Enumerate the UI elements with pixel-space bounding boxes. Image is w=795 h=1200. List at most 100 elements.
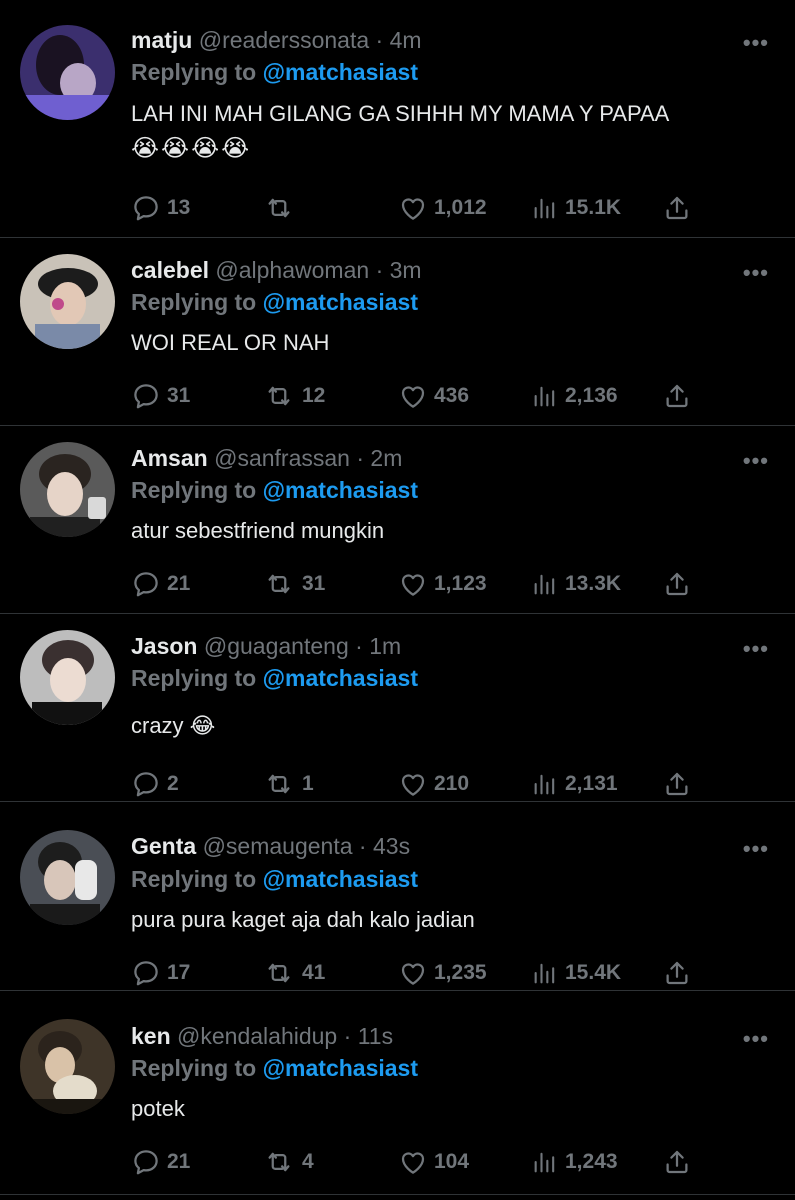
like-button[interactable]: 1,235 xyxy=(398,956,487,990)
timestamp[interactable]: 3m xyxy=(390,257,422,283)
views-button[interactable]: 15.4K xyxy=(531,956,621,990)
mention-link[interactable]: @matchasiast xyxy=(263,665,418,691)
more-icon[interactable]: ••• xyxy=(743,836,769,862)
tweet-reply[interactable]: Amsan @sanfrassan · 2m ••• Replying to @… xyxy=(0,426,795,614)
retweet-icon xyxy=(262,769,296,799)
reply-button[interactable]: 13 xyxy=(131,191,190,225)
user-handle[interactable]: @readerssonata xyxy=(199,27,369,53)
display-name[interactable]: Amsan xyxy=(131,445,208,471)
share-icon xyxy=(662,381,692,411)
share-button[interactable] xyxy=(662,379,698,413)
tweet-reply[interactable]: ken @kendalahidup · 11s ••• Replying to … xyxy=(0,1003,795,1195)
retweet-icon xyxy=(262,569,296,599)
tweet-text: atur sebestfriend mungkin xyxy=(131,518,385,543)
views-button[interactable]: 2,136 xyxy=(531,379,618,413)
like-button[interactable]: 210 xyxy=(398,767,469,801)
reply-button[interactable]: 2 xyxy=(131,767,179,801)
views-button[interactable]: 15.1K xyxy=(531,191,621,225)
tweet-reply[interactable]: Genta @semaugenta · 43s ••• Replying to … xyxy=(0,803,795,991)
avatar[interactable] xyxy=(20,254,115,349)
like-button[interactable]: 104 xyxy=(398,1145,469,1179)
mention-link[interactable]: @matchasiast xyxy=(263,59,418,85)
user-handle[interactable]: @semaugenta xyxy=(203,833,353,859)
timestamp[interactable]: 1m xyxy=(369,633,401,659)
mention-link[interactable]: @matchasiast xyxy=(263,477,418,503)
mention-link[interactable]: @matchasiast xyxy=(263,866,418,892)
retweet-button[interactable]: 12 xyxy=(262,379,325,413)
retweet-button[interactable]: 41 xyxy=(262,956,325,990)
more-icon[interactable]: ••• xyxy=(743,448,769,474)
share-button[interactable] xyxy=(662,567,698,601)
user-handle[interactable]: @alphawoman xyxy=(215,257,369,283)
views-icon xyxy=(531,193,559,223)
display-name[interactable]: calebel xyxy=(131,257,209,283)
reply-button[interactable]: 21 xyxy=(131,567,190,601)
timestamp[interactable]: 4m xyxy=(390,27,422,53)
retweet-button[interactable]: 4 xyxy=(262,1145,314,1179)
views-button[interactable]: 2,131 xyxy=(531,767,618,801)
display-name[interactable]: ken xyxy=(131,1023,171,1049)
reply-button[interactable]: 31 xyxy=(131,379,190,413)
share-button[interactable] xyxy=(662,956,698,990)
mention-link[interactable]: @matchasiast xyxy=(263,289,418,315)
user-handle[interactable]: @kendalahidup xyxy=(177,1023,337,1049)
replying-to: Replying to @matchasiast xyxy=(131,59,418,86)
share-icon xyxy=(662,1147,692,1177)
share-button[interactable] xyxy=(662,1145,698,1179)
views-icon xyxy=(531,381,559,411)
views-icon xyxy=(531,769,559,799)
more-icon[interactable]: ••• xyxy=(743,260,769,286)
mention-link[interactable]: @matchasiast xyxy=(263,1055,418,1081)
view-count: 1,243 xyxy=(565,1150,618,1173)
tweet-reply[interactable]: calebel @alphawoman · 3m ••• Replying to… xyxy=(0,238,795,426)
like-button[interactable]: 436 xyxy=(398,379,469,413)
retweet-button[interactable]: 31 xyxy=(262,567,325,601)
separator: · xyxy=(358,833,367,859)
tweet-text: crazy 😂 xyxy=(131,713,216,738)
tweet-reply[interactable]: Jason @guaganteng · 1m ••• Replying to @… xyxy=(0,614,795,802)
tweet-text: LAH INI MAH GILANG GA SIHHH MY MAMA Y PA… xyxy=(131,101,670,126)
retweet-icon xyxy=(262,381,296,411)
more-icon[interactable]: ••• xyxy=(743,636,769,662)
share-button[interactable] xyxy=(662,767,698,801)
reply-icon xyxy=(131,569,161,599)
tweet-reply[interactable]: matju @readerssonata · 4m ••• Replying t… xyxy=(0,0,795,238)
replying-to: Replying to @matchasiast xyxy=(131,477,418,504)
reply-button[interactable]: 17 xyxy=(131,956,190,990)
tweet-text: pura pura kaget aja dah kalo jadian xyxy=(131,907,475,932)
separator: · xyxy=(355,633,363,659)
display-name[interactable]: Genta xyxy=(131,833,196,859)
avatar[interactable] xyxy=(20,830,115,925)
more-icon[interactable]: ••• xyxy=(743,1026,769,1052)
reply-button[interactable]: 21 xyxy=(131,1145,190,1179)
avatar[interactable] xyxy=(20,630,115,725)
retweet-count: 4 xyxy=(302,1150,314,1173)
reply-icon xyxy=(131,1147,161,1177)
share-button[interactable] xyxy=(662,191,698,225)
view-count: 15.4K xyxy=(565,961,622,984)
retweet-icon xyxy=(262,958,296,988)
display-name[interactable]: Jason xyxy=(131,633,197,659)
avatar[interactable] xyxy=(20,442,115,537)
replying-to: Replying to @matchasiast xyxy=(131,866,418,893)
share-icon xyxy=(662,958,692,988)
avatar[interactable] xyxy=(20,25,115,120)
display-name[interactable]: matju xyxy=(131,27,192,53)
like-button[interactable]: 1,012 xyxy=(398,191,487,225)
avatar[interactable] xyxy=(20,1019,115,1114)
more-icon[interactable]: ••• xyxy=(743,30,769,56)
tweet-emoji-line: 😭😭😭😭 xyxy=(131,135,252,162)
separator: · xyxy=(343,1023,352,1049)
views-button[interactable]: 13.3K xyxy=(531,567,621,601)
retweet-button[interactable] xyxy=(262,191,302,225)
retweet-button[interactable]: 1 xyxy=(262,767,314,801)
replying-to: Replying to @matchasiast xyxy=(131,289,418,316)
like-button[interactable]: 1,123 xyxy=(398,567,487,601)
timestamp[interactable]: 2m xyxy=(370,445,402,471)
user-handle[interactable]: @guaganteng xyxy=(204,633,349,659)
user-handle[interactable]: @sanfrassan xyxy=(214,445,350,471)
separator: · xyxy=(375,257,384,283)
timestamp[interactable]: 11s xyxy=(358,1023,393,1049)
timestamp[interactable]: 43s xyxy=(373,833,410,859)
views-button[interactable]: 1,243 xyxy=(531,1145,618,1179)
